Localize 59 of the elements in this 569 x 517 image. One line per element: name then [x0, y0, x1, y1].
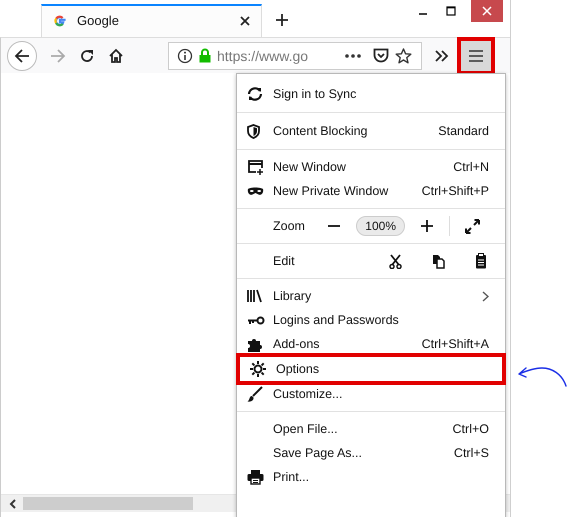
- reload-icon[interactable]: [79, 48, 95, 64]
- shield-icon: [247, 124, 260, 138]
- tab-title: Google: [77, 13, 120, 28]
- close-icon[interactable]: [239, 14, 251, 26]
- scissors-icon[interactable]: [389, 254, 402, 268]
- fullscreen-icon[interactable]: [465, 218, 480, 234]
- menu-item[interactable]: Save Page As... Ctrl+S: [237, 441, 505, 465]
- shortcut-text: Ctrl+Shift+A: [422, 337, 489, 351]
- setting-value: Standard: [438, 124, 489, 138]
- scroll-left-icon[interactable]: [9, 498, 17, 508]
- menu-item[interactable]: Print...: [237, 465, 505, 489]
- menu-item[interactable]: Sign in to Sync: [237, 81, 505, 107]
- menu-item[interactable]: Customize...: [237, 382, 505, 406]
- g-logo-icon: [53, 14, 67, 28]
- lock-icon[interactable]: [199, 48, 211, 63]
- menu-item[interactable]: New Window Ctrl+N: [237, 155, 505, 179]
- address-field[interactable]: https://www.go: [168, 42, 422, 70]
- shortcut-text: Ctrl+O: [452, 422, 489, 436]
- close-icon: [482, 6, 492, 16]
- brush-icon: [247, 386, 263, 402]
- pocket-icon[interactable]: [373, 48, 389, 63]
- overflow-chevrons-icon[interactable]: [435, 50, 449, 62]
- edit-label: Edit: [273, 254, 296, 268]
- more-dots-icon[interactable]: [345, 54, 361, 58]
- menu-icon: [469, 50, 483, 62]
- url-text: https://www.go: [217, 48, 310, 64]
- info-icon[interactable]: [177, 48, 193, 64]
- shortcut-text: Ctrl+Shift+P: [422, 184, 489, 198]
- menu-item[interactable]: Open File... Ctrl+O: [237, 417, 505, 441]
- window-close-button[interactable]: [471, 0, 503, 22]
- mask-icon: [247, 186, 264, 196]
- puzzle-icon: [247, 336, 263, 352]
- menu-item[interactable]: Logins and Passwords: [237, 308, 505, 332]
- zoom-label: Zoom: [273, 219, 306, 233]
- plus-icon[interactable]: [420, 219, 434, 233]
- back-arrow-icon: [14, 48, 30, 62]
- gear-icon: [250, 361, 266, 377]
- browser-tab[interactable]: Google: [41, 4, 262, 37]
- menu-item[interactable]: Options: [240, 357, 502, 381]
- menu-item[interactable]: New Private Window Ctrl+Shift+P: [237, 179, 505, 203]
- back-button[interactable]: [7, 40, 37, 70]
- copy-icon[interactable]: [432, 254, 445, 268]
- menu-button[interactable]: [457, 36, 495, 74]
- menu-item[interactable]: Library: [237, 284, 505, 308]
- shortcut-text: Ctrl+S: [454, 446, 489, 460]
- shortcut-text: Ctrl+N: [453, 160, 489, 174]
- new-window-icon: [247, 159, 264, 175]
- printer-icon: [247, 469, 264, 485]
- zoom-reset-button[interactable]: 100%: [356, 216, 405, 236]
- star-icon[interactable]: [395, 48, 412, 64]
- key-icon: [247, 316, 265, 324]
- maximize-icon[interactable]: [446, 6, 456, 16]
- clipboard-icon[interactable]: [475, 253, 487, 269]
- menu-item[interactable]: Content Blocking Standard: [237, 118, 505, 144]
- plus-icon[interactable]: [275, 13, 289, 27]
- home-icon[interactable]: [108, 48, 124, 64]
- library-icon: [247, 289, 263, 303]
- sync-icon: [247, 87, 263, 101]
- menu-item[interactable]: Add-ons Ctrl+Shift+A: [237, 332, 505, 356]
